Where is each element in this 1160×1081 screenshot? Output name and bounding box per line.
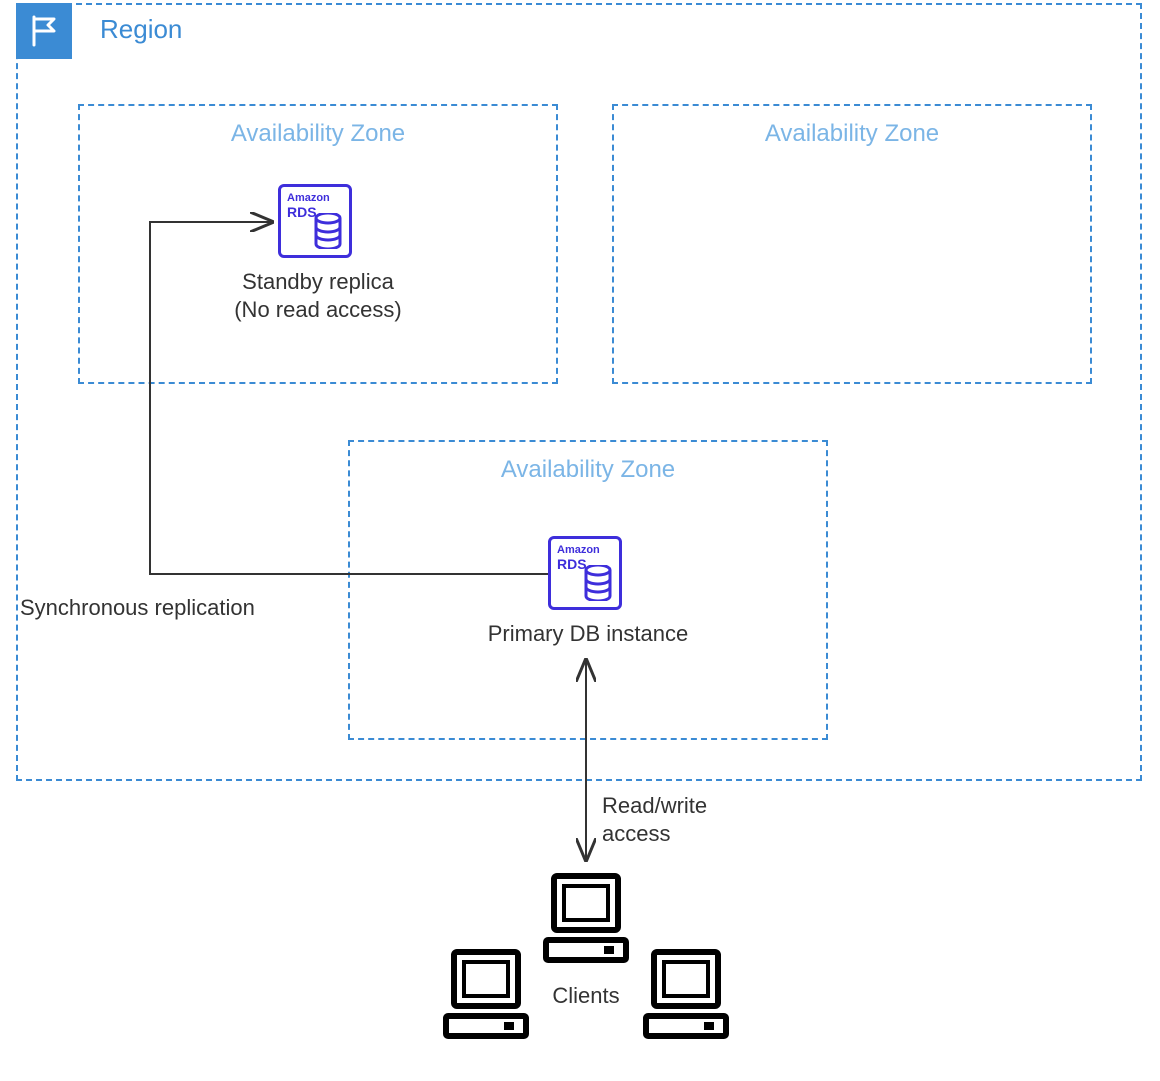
client-computer-icon: [640, 946, 732, 1046]
diagram-canvas: Region Availability Zone Availability Zo…: [0, 0, 1160, 1081]
client-computer-icon: [540, 870, 632, 970]
client-computer-icon: [440, 946, 532, 1046]
client-access-label: Read/write access: [602, 792, 742, 847]
clients-label: Clients: [540, 982, 632, 1010]
